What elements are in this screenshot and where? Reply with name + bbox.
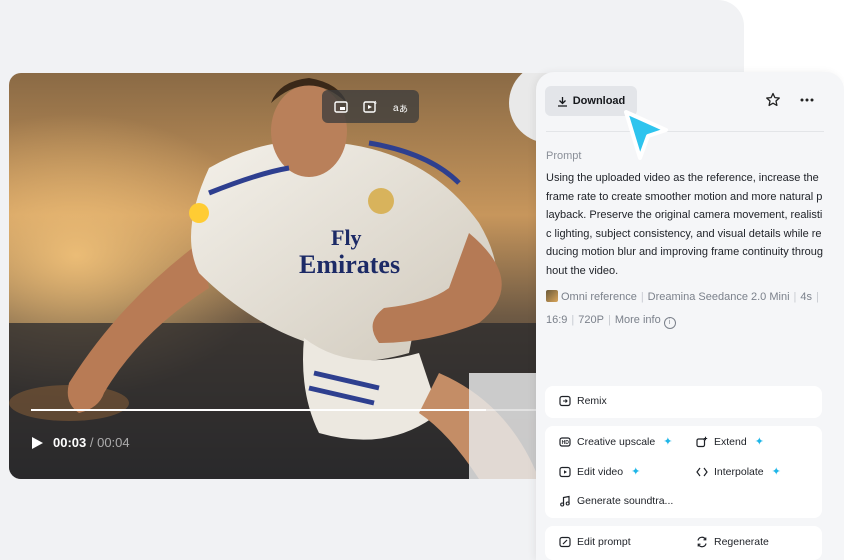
generate-soundtrack-label: Generate soundtra... (577, 495, 674, 507)
more-info-link[interactable]: More info (615, 314, 661, 326)
video-progress-bar[interactable] (31, 409, 536, 411)
upscale-icon: HD (559, 436, 571, 447)
extend-button[interactable]: Extend ✦ (696, 435, 764, 448)
extend-label: Extend (714, 435, 747, 448)
info-icon[interactable]: i (663, 317, 676, 329)
generation-meta: Omni reference | Dreamina Seedance 2.0 Min… (546, 286, 824, 332)
edit-video-label: Edit video (577, 465, 624, 478)
video-toolbar: aあ (322, 90, 419, 123)
svg-text:HD: HD (562, 440, 570, 446)
music-note-icon (560, 495, 570, 507)
download-label: Download (572, 95, 626, 107)
remix-button[interactable]: Remix (559, 395, 607, 407)
more-icon (800, 98, 814, 102)
sparkle-icon: ✦ (754, 436, 764, 448)
meta-resolution: 720P (578, 314, 604, 326)
creative-upscale-label: Creative upscale (577, 435, 656, 448)
video-ai-icon[interactable] (359, 96, 381, 118)
prompt-actions-card: Edit prompt Regenerate (545, 526, 822, 560)
edit-prompt-label: Edit prompt (577, 536, 631, 548)
panel-divider (546, 131, 824, 132)
favorite-button[interactable] (765, 92, 783, 110)
meta-separator: | (571, 314, 575, 326)
meta-separator: | (816, 291, 819, 303)
interpolate-label: Interpolate (714, 465, 764, 478)
edit-prompt-button[interactable]: Edit prompt (559, 536, 631, 548)
download-icon (557, 96, 567, 107)
interpolate-button[interactable]: Interpolate ✦ (696, 465, 781, 478)
remix-icon (559, 395, 571, 407)
meta-ratio: 16:9 (546, 314, 568, 326)
detail-panel: Download Prompt Using the uploaded video… (536, 72, 844, 560)
extend-icon (696, 436, 708, 447)
time-display: 00:03 / 00:04 (53, 435, 130, 450)
video-frame: Emirates Fly (9, 73, 569, 479)
play-icon (31, 437, 43, 449)
prompt-text: Using the uploaded video as the referenc… (546, 172, 823, 277)
meta-separator: | (793, 291, 797, 303)
remix-card: Remix (545, 386, 822, 418)
meta-duration: 4s (800, 291, 813, 303)
prompt-label: Prompt (546, 150, 582, 162)
generate-soundtrack-button[interactable]: Generate soundtra... (559, 495, 673, 507)
picture-in-picture-icon[interactable] (330, 96, 352, 118)
edit-video-icon (559, 466, 571, 477)
svg-text:Fly: Fly (331, 225, 362, 250)
pointer-cursor-icon (624, 110, 668, 160)
video-player[interactable]: Emirates Fly aあ 00:03 / 00:04 (9, 73, 569, 479)
svg-text:Emirates: Emirates (299, 250, 400, 279)
edit-prompt-icon (559, 536, 571, 548)
regenerate-icon (697, 536, 707, 548)
regenerate-label: Regenerate (714, 536, 769, 548)
time-separator: / (86, 435, 98, 450)
creative-upscale-button[interactable]: HD Creative upscale ✦ (559, 435, 672, 448)
actions-card: HD Creative upscale ✦ Extend ✦ Edit video ✦… (545, 426, 822, 518)
reference-thumbnail (546, 290, 558, 302)
time-current: 00:03 (53, 435, 87, 450)
svg-text:あ: あ (399, 104, 408, 115)
sparkle-icon: ✦ (771, 466, 781, 478)
remix-label: Remix (577, 395, 607, 407)
edit-video-button[interactable]: Edit video ✦ (559, 465, 640, 478)
regenerate-button[interactable]: Regenerate (696, 536, 769, 548)
play-button[interactable] (29, 435, 45, 451)
meta-model: Dreamina Seedance 2.0 Mini (647, 291, 790, 303)
meta-separator: | (640, 291, 644, 303)
video-progress-fill (31, 409, 486, 411)
more-options-button[interactable] (798, 92, 816, 110)
translate-icon[interactable]: aあ (389, 96, 411, 118)
time-total: 00:04 (97, 435, 130, 450)
sparkle-icon: ✦ (663, 436, 673, 448)
sparkle-icon: ✦ (631, 466, 641, 478)
meta-reference[interactable]: Omni reference (561, 291, 637, 303)
star-icon (766, 92, 780, 107)
interpolate-icon (696, 467, 708, 476)
meta-separator: | (607, 314, 611, 326)
